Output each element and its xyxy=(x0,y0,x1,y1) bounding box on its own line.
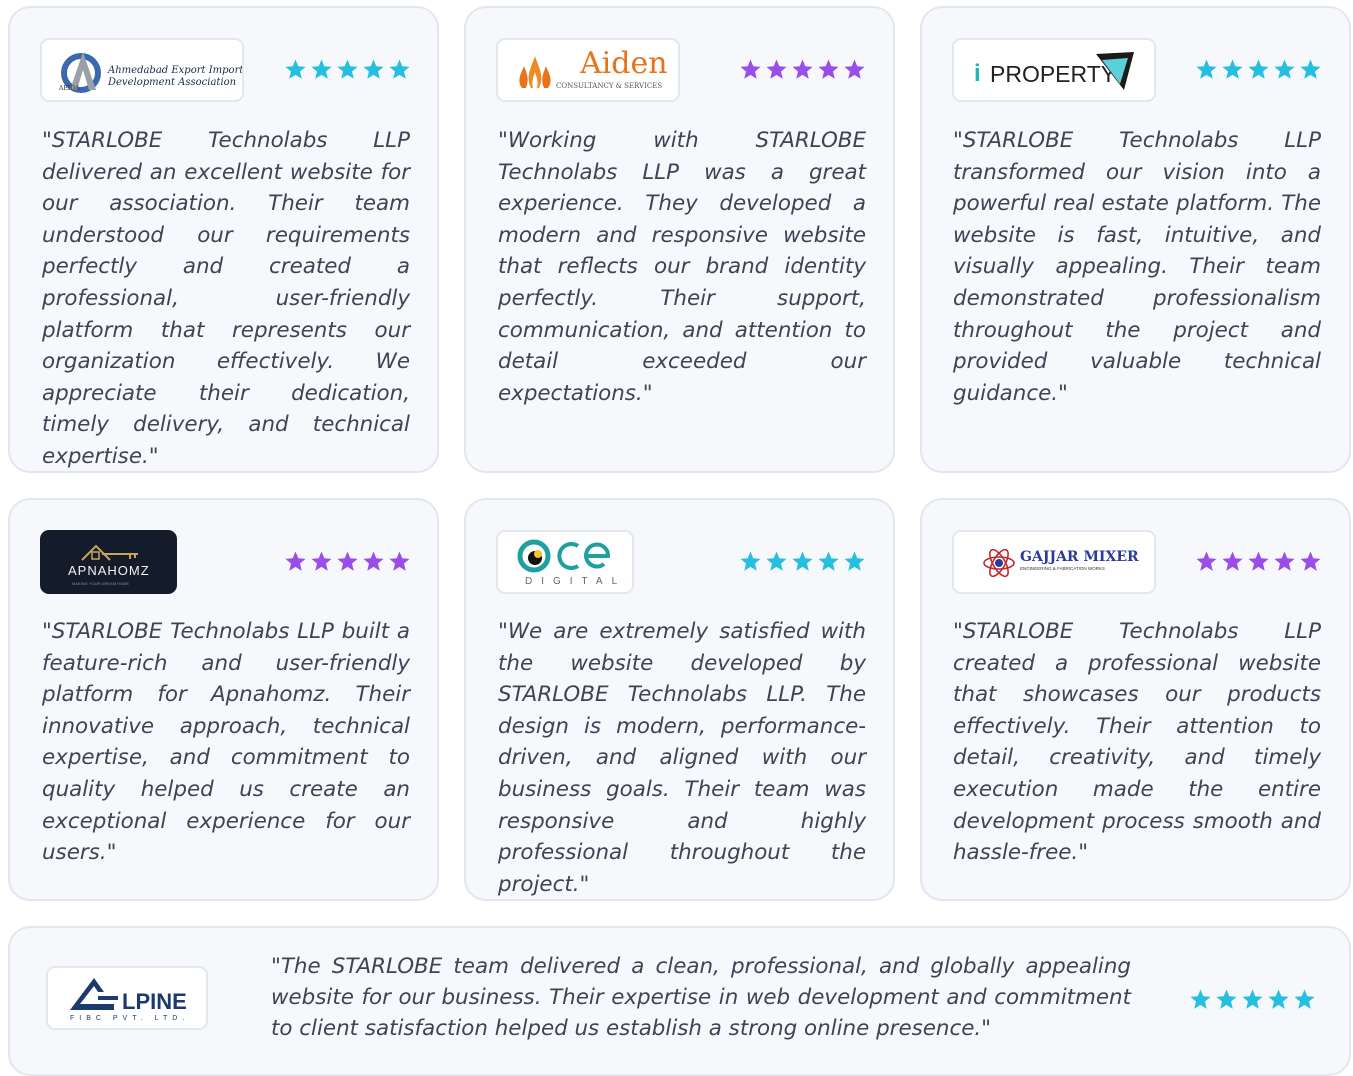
flame-icon xyxy=(519,56,551,88)
star-icon xyxy=(1274,551,1295,571)
star-icon xyxy=(1242,989,1263,1009)
rating-stars xyxy=(1195,550,1322,573)
star-icon xyxy=(1190,989,1211,1009)
alpine-logo-sub: FIBC PVT. LTD. xyxy=(70,1015,190,1022)
star-icon xyxy=(285,551,306,571)
star-icon xyxy=(844,59,865,79)
apnahomz-logo-tagline: MAKING YOUR DREAM HOME xyxy=(72,581,130,586)
aeida-logo-line2: Development Association xyxy=(108,77,237,88)
star-icon xyxy=(1222,551,1243,571)
testimonial-quote: "STARLOBE Technolabs LLP created a profe… xyxy=(953,619,1321,866)
star-icon xyxy=(363,59,384,79)
star-icon xyxy=(1248,59,1269,79)
star-icon xyxy=(1294,989,1315,1009)
testimonial-quote: "STARLOBE Technolabs LLP transformed our… xyxy=(953,128,1321,406)
testimonial-quote: "STARLOBE Technolabs LLP delivered an ex… xyxy=(42,128,410,469)
gajjar-logo-sub: ENGINEERING & FABRICATION WORKS xyxy=(1020,566,1105,571)
star-icon xyxy=(1196,59,1217,79)
client-logo-iproperty: i PROPERTY xyxy=(952,38,1156,102)
client-logo-aiden: Aiden CONSULTANCY & SERVICES xyxy=(496,38,680,102)
star-icon xyxy=(1248,551,1269,571)
testimonial-quote: "We are extremely satisfied with the web… xyxy=(498,619,866,897)
star-icon xyxy=(1300,59,1321,79)
star-icon xyxy=(337,551,358,571)
star-icon xyxy=(389,59,410,79)
star-icon xyxy=(1222,59,1243,79)
rating-stars xyxy=(284,58,411,81)
testimonial-card: AEIDA Ahmedabad Export Import Developmen… xyxy=(8,6,439,473)
rating-stars xyxy=(739,58,866,81)
star-icon xyxy=(311,59,332,79)
rating-stars xyxy=(739,550,866,573)
star-icon xyxy=(844,551,865,571)
testimonial-card: APNAHOMZ MAKING YOUR DREAM HOME "STARLOB… xyxy=(8,498,439,901)
star-icon xyxy=(792,59,813,79)
client-logo-alpine: LPINE FIBC PVT. LTD. xyxy=(46,966,208,1030)
testimonial-quote: "STARLOBE Technolabs LLP built a feature… xyxy=(42,619,410,866)
rating-stars xyxy=(1195,58,1322,81)
arrow-icon xyxy=(1096,52,1134,90)
client-logo-aeida: AEIDA Ahmedabad Export Import Developmen… xyxy=(40,38,244,102)
star-icon xyxy=(766,59,787,79)
testimonial-card: GAJJAR MIXER ENGINEERING & FABRICATION W… xyxy=(920,498,1351,901)
aeida-logo-line1: Ahmedabad Export Import xyxy=(108,65,244,76)
star-icon xyxy=(363,551,384,571)
client-logo-apnahomz: APNAHOMZ MAKING YOUR DREAM HOME xyxy=(40,530,177,594)
iproperty-logo-i: i xyxy=(974,60,981,87)
star-icon xyxy=(285,59,306,79)
testimonial-quote: "The STARLOBE team delivered a clean, pr… xyxy=(271,954,1131,1041)
house-key-icon xyxy=(81,544,138,561)
client-logo-ace-digital: ace DIGITAL xyxy=(496,530,634,594)
star-icon xyxy=(1268,989,1289,1009)
star-icon xyxy=(818,59,839,79)
star-icon xyxy=(1300,551,1321,571)
rating-stars xyxy=(284,550,411,573)
alpine-logo-name: LPINE xyxy=(122,989,187,1014)
testimonial-card: i PROPERTY "STARLOBE Technolabs LLP tran… xyxy=(920,6,1351,473)
testimonial-card: ace DIGITAL "We are extremely satisfied … xyxy=(464,498,895,901)
client-logo-gajjar-mixer: GAJJAR MIXER ENGINEERING & FABRICATION W… xyxy=(952,530,1156,594)
gajjar-logo-name: GAJJAR MIXER xyxy=(1020,549,1139,565)
star-icon xyxy=(818,551,839,571)
aeida-logo-mark-text: AEIDA xyxy=(59,85,80,92)
aiden-logo-name: Aiden xyxy=(580,46,668,81)
testimonial-quote: "Working with STARLOBE Technolabs LLP wa… xyxy=(498,128,866,406)
alpine-logo-mark xyxy=(70,978,118,1010)
testimonial-card-wide: LPINE FIBC PVT. LTD. "The STARLOBE team … xyxy=(8,926,1351,1076)
star-icon xyxy=(740,59,761,79)
rating-stars xyxy=(1189,988,1316,1011)
atom-icon xyxy=(983,548,1015,578)
star-icon xyxy=(311,551,332,571)
ace-logo-sub: DIGITAL xyxy=(525,576,627,587)
star-icon xyxy=(389,551,410,571)
ace-logo-mark xyxy=(517,539,611,573)
testimonial-card: Aiden CONSULTANCY & SERVICES "Working wi… xyxy=(464,6,895,473)
star-icon xyxy=(792,551,813,571)
aiden-logo-sub: CONSULTANCY & SERVICES xyxy=(556,82,663,90)
star-icon xyxy=(1274,59,1295,79)
star-icon xyxy=(1216,989,1237,1009)
star-icon xyxy=(1196,551,1217,571)
apnahomz-logo-name: APNAHOMZ xyxy=(68,563,150,578)
star-icon xyxy=(337,59,358,79)
star-icon xyxy=(766,551,787,571)
star-icon xyxy=(740,551,761,571)
